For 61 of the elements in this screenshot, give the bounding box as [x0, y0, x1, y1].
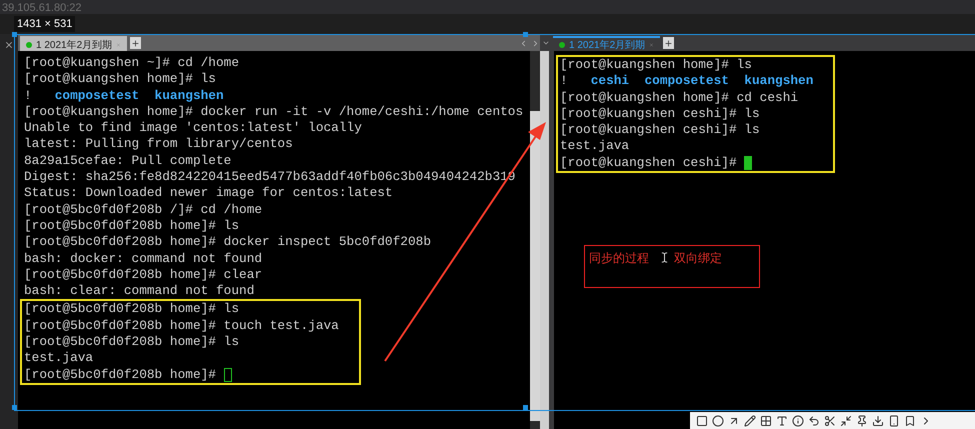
directory-name: composetest — [54, 88, 140, 104]
download-icon[interactable] — [872, 414, 884, 426]
terminal-line: [root@5bc0fd0f208b home]# ls — [24, 334, 240, 350]
plus-icon — [131, 38, 140, 48]
directory-name: ceshi — [590, 73, 630, 90]
terminal-line: [root@kuangshen home]# docker run -it -v /home/ceshi:/home centos — [24, 104, 524, 120]
terminal-text: ! — [560, 73, 568, 90]
terminal-line: test.java — [560, 138, 630, 155]
close-icon[interactable] — [4, 40, 14, 50]
terminal-line: [root@kuangshen home]# ls — [24, 71, 216, 88]
new-tab-button[interactable] — [130, 37, 141, 49]
bookmark-icon[interactable] — [904, 414, 916, 426]
shrink-icon[interactable] — [840, 414, 852, 426]
circle-icon[interactable] — [712, 414, 724, 426]
undo-icon[interactable] — [808, 414, 820, 426]
new-tab-button[interactable] — [663, 37, 674, 49]
terminal-line: [root@kuangshen home]# ls — [560, 57, 752, 74]
session-tab[interactable]: 1 2021年2月到期 — [20, 36, 127, 51]
scissors-icon[interactable] — [824, 414, 836, 426]
terminal-line: [root@kuangshen home]# cd ceshi — [560, 90, 798, 106]
scroll-right-icon[interactable] — [531, 39, 540, 48]
rectangle-icon[interactable] — [696, 414, 708, 426]
terminal-line: [root@5bc0fd0f208b home]# ls — [24, 218, 240, 234]
directory-name: kuangshen — [744, 73, 814, 90]
terminal-line: Status: Downloaded newer image for centos:latest — [24, 185, 393, 202]
terminal-line: [root@5bc0fd0f208b home]# ls — [24, 301, 240, 318]
terminal-prompt: [root@5bc0fd0f208b home]# — [24, 366, 216, 383]
terminal-line: [root@kuangshen ceshi]# ls — [560, 106, 760, 122]
annotation-text: 同步的过程 — [589, 250, 649, 268]
terminal-line: 8a29a15cefae: Pull complete — [24, 152, 232, 170]
annotation-text: 双向绑定 — [674, 250, 722, 268]
scrollbar[interactable] — [540, 51, 549, 429]
terminal-line: test.java — [24, 350, 94, 367]
terminal-line: [root@5bc0fd0f208b home]# docker inspect 5bc0fd0f208b — [24, 234, 432, 251]
pin-icon[interactable] — [856, 414, 868, 426]
directory-name: composetest — [644, 73, 729, 90]
terminal-line: [root@kuangshen ~]# cd /home — [24, 55, 240, 72]
phone-icon[interactable] — [888, 414, 900, 426]
capture-size-label: 1431 × 531 — [14, 16, 76, 32]
dropdown-icon[interactable] — [542, 39, 550, 47]
terminal-line: bash: clear: command not found — [24, 283, 254, 300]
terminal-prompt: [root@kuangshen ceshi]# — [560, 154, 737, 172]
scroll-left-icon[interactable] — [519, 39, 528, 48]
terminal-line: latest: Pulling from library/centos — [24, 136, 293, 153]
terminal-text: ! — [24, 88, 32, 104]
host-address: 39.105.61.80:22 — [2, 2, 82, 14]
directory-name: kuangshen — [154, 88, 224, 104]
info-icon[interactable] — [792, 414, 804, 426]
terminal-line: [root@5bc0fd0f208b home]# touch test.java — [24, 318, 339, 334]
terminal-line: Unable to find image 'centos:latest' locally — [24, 120, 362, 136]
terminal-line: bash: docker: command not found — [24, 250, 262, 267]
terminal-line: [root@5bc0fd0f208b home]# clear — [24, 266, 262, 284]
terminal-line: [root@kuangshen ceshi]# ls — [560, 122, 760, 138]
text-icon[interactable] — [776, 414, 788, 426]
text-cursor-icon — [659, 252, 670, 264]
scrollbar[interactable] — [530, 51, 540, 429]
pencil-icon[interactable] — [744, 414, 756, 426]
plus-icon — [664, 38, 673, 48]
mosaic-icon[interactable] — [760, 414, 772, 426]
terminal-line: [root@5bc0fd0f208b /]# cd /home — [24, 202, 262, 218]
session-tab[interactable]: 1 2021年2月到期 — [553, 36, 660, 51]
